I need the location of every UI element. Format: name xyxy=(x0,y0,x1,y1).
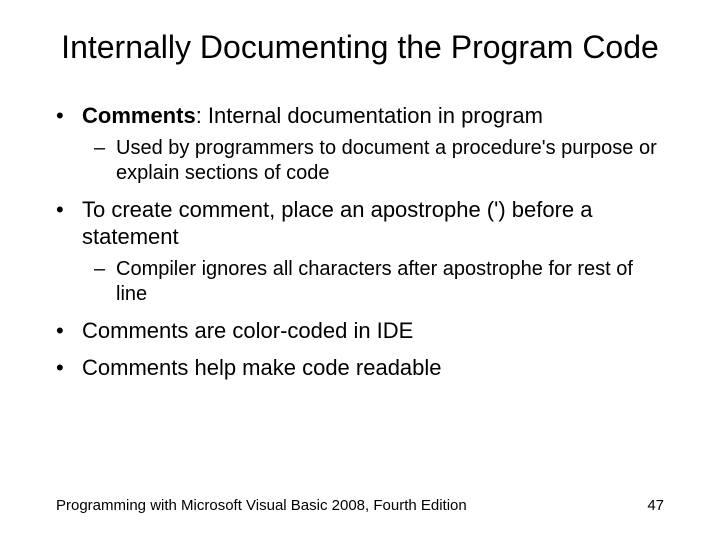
sub-list-2: – Compiler ignores all characters after … xyxy=(56,257,664,307)
bullet-glyph: • xyxy=(56,196,82,224)
slide: Internally Documenting the Program Code … xyxy=(0,0,720,540)
bullet-text-1-rest: : Internal documentation in program xyxy=(196,103,543,128)
sub-item-1-1: – Used by programmers to document a proc… xyxy=(94,136,664,186)
bullet-glyph: • xyxy=(56,354,82,382)
sub-text-2-1: Compiler ignores all characters after ap… xyxy=(116,257,664,307)
bullet-item-4: • Comments help make code readable xyxy=(56,354,664,382)
bullet-text-1: Comments: Internal documentation in prog… xyxy=(82,102,664,130)
bullet-glyph: • xyxy=(56,102,82,130)
slide-body: • Comments: Internal documentation in pr… xyxy=(56,102,664,382)
sub-item-2-1: – Compiler ignores all characters after … xyxy=(94,257,664,307)
page-number: 47 xyxy=(647,497,664,514)
bullet-item-3: • Comments are color-coded in IDE xyxy=(56,317,664,345)
bullet-text-2: To create comment, place an apostrophe (… xyxy=(82,196,664,251)
footer: Programming with Microsoft Visual Basic … xyxy=(56,497,664,514)
dash-glyph: – xyxy=(94,136,116,161)
bullet-text-4: Comments help make code readable xyxy=(82,354,664,382)
slide-title: Internally Documenting the Program Code xyxy=(56,28,664,66)
sub-list-1: – Used by programmers to document a proc… xyxy=(56,136,664,186)
bullet-item-1: • Comments: Internal documentation in pr… xyxy=(56,102,664,186)
footer-source: Programming with Microsoft Visual Basic … xyxy=(56,497,467,514)
bullet-text-3: Comments are color-coded in IDE xyxy=(82,317,664,345)
dash-glyph: – xyxy=(94,257,116,282)
sub-text-1-1: Used by programmers to document a proced… xyxy=(116,136,664,186)
bullet-list: • Comments: Internal documentation in pr… xyxy=(56,102,664,382)
term-comments: Comments xyxy=(82,103,196,128)
bullet-glyph: • xyxy=(56,317,82,345)
bullet-item-2: • To create comment, place an apostrophe… xyxy=(56,196,664,307)
